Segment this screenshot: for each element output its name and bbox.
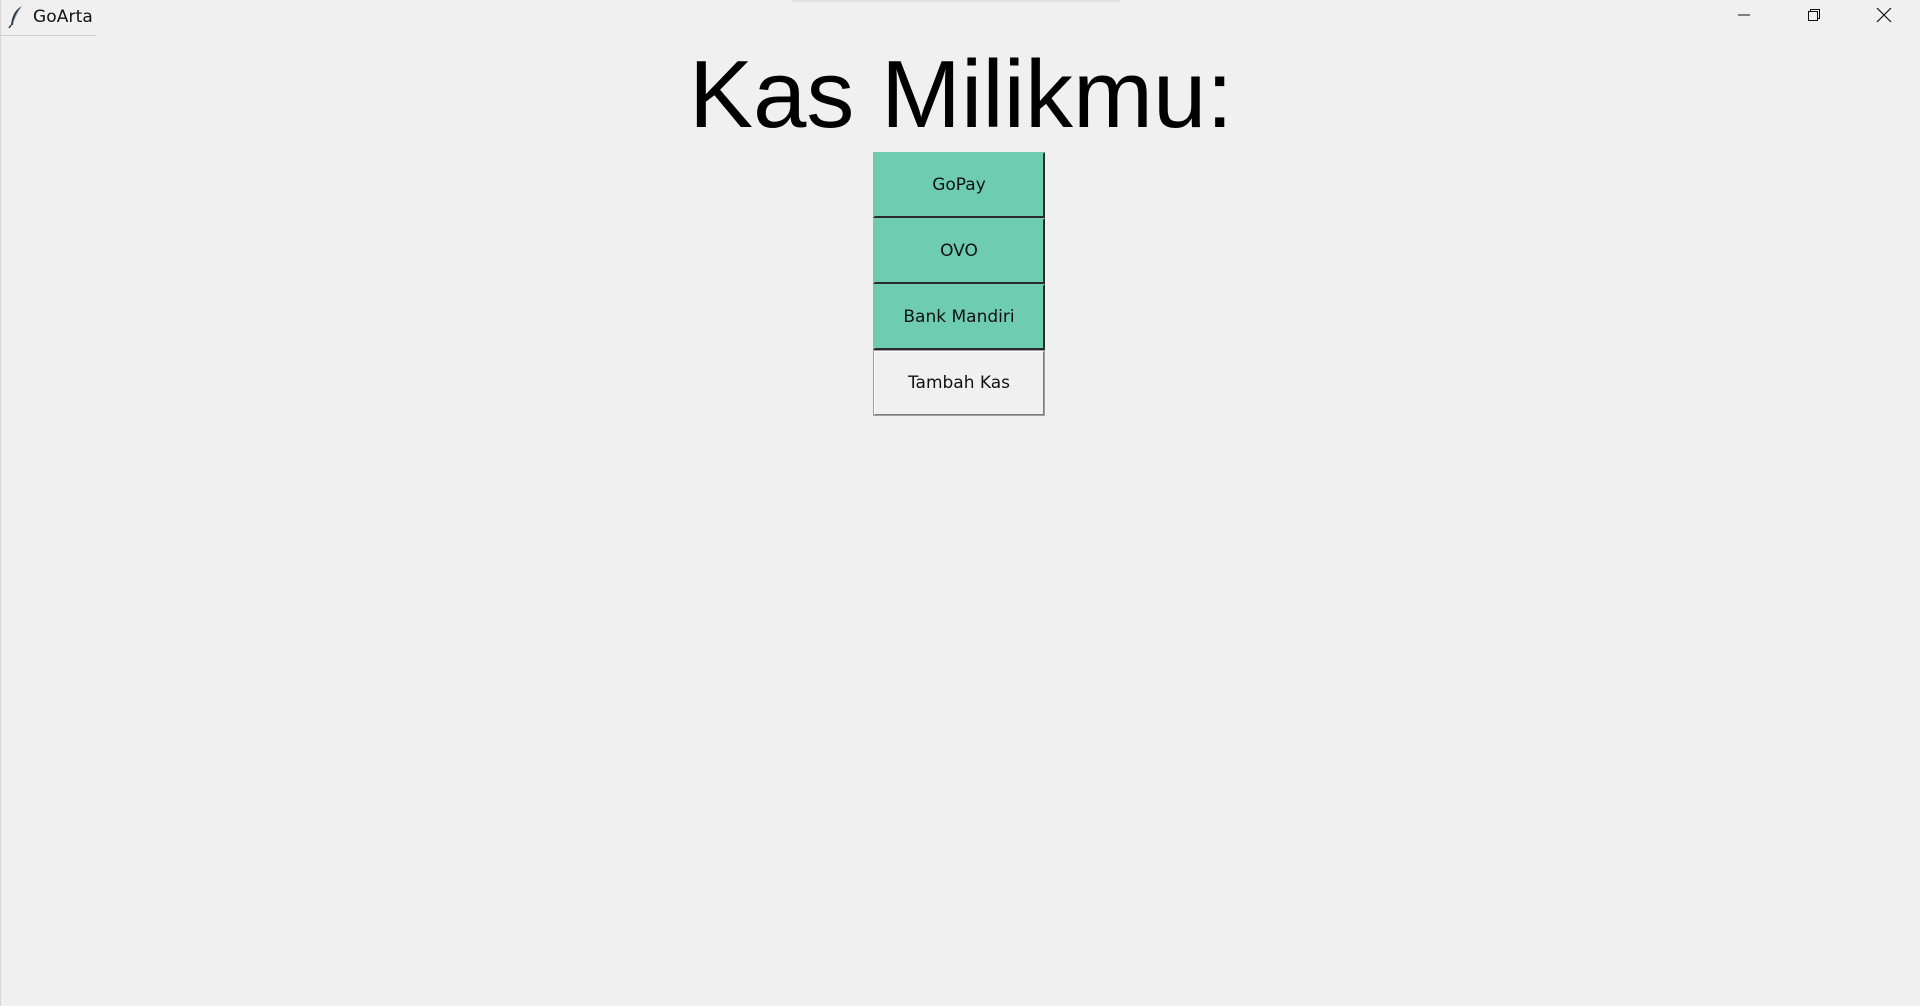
bank-mandiri-button[interactable]: Bank Mandiri: [873, 284, 1045, 350]
title-bar[interactable]: GoArta: [1, 0, 1920, 36]
tambah-kas-button[interactable]: Tambah Kas: [873, 350, 1045, 416]
close-icon: [1875, 6, 1893, 28]
minimize-icon: [1736, 7, 1752, 27]
window-title: GoArta: [33, 7, 93, 27]
page-title: Kas Milikmu:: [688, 41, 1234, 148]
restore-button[interactable]: [1779, 0, 1849, 34]
feather-icon: [7, 5, 27, 29]
snap-shadow: [791, 0, 1121, 3]
minimize-button[interactable]: [1709, 0, 1779, 34]
ovo-button[interactable]: OVO: [873, 218, 1045, 284]
account-button-stack: GoPay OVO Bank Mandiri Tambah Kas: [873, 152, 1045, 416]
restore-icon: [1806, 7, 1822, 27]
title-divider: [1, 35, 96, 36]
close-button[interactable]: [1849, 0, 1919, 34]
gopay-button[interactable]: GoPay: [873, 152, 1045, 218]
app-window: GoArta Kas Milikmu: GoPay OVO Bank Mandi…: [0, 0, 1920, 1006]
